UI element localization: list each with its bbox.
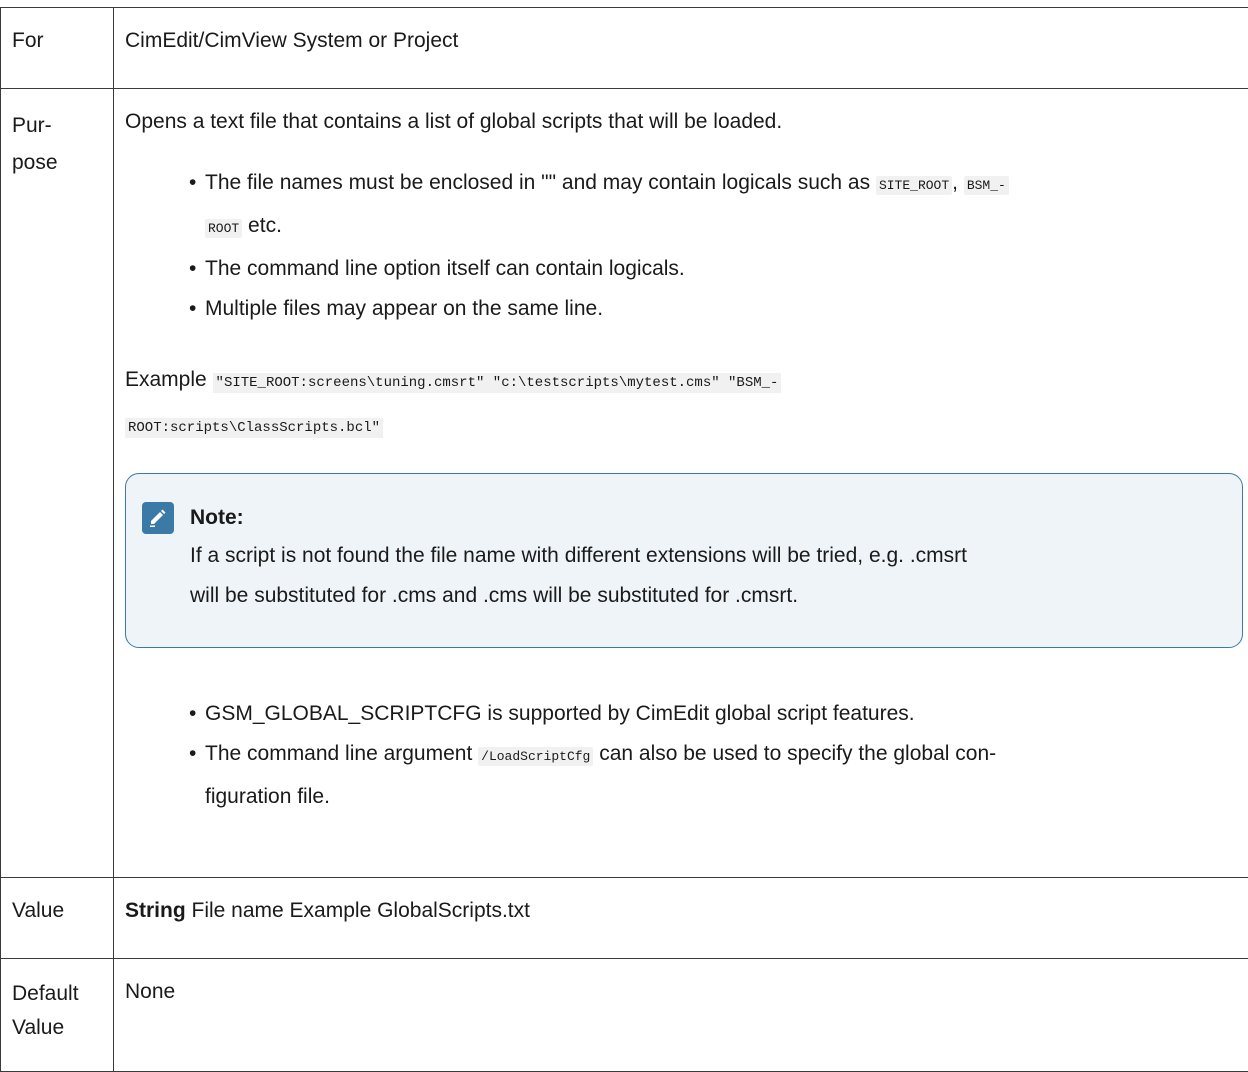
list-item: Multiple files may appear on the same li… bbox=[189, 289, 1240, 329]
row-key-default: Default Value bbox=[1, 959, 114, 1072]
key-purpose-line2: pose bbox=[12, 144, 113, 181]
inline-code: BSM_- bbox=[964, 176, 1009, 195]
pencil-icon bbox=[142, 502, 174, 534]
value-description: File name Example GlobalScripts.txt bbox=[186, 899, 530, 922]
row-value-default: None bbox=[114, 959, 1248, 1072]
value-type-label: String bbox=[125, 899, 186, 922]
row-key-value: Value bbox=[1, 878, 114, 959]
note-body: If a script is not found the file name w… bbox=[190, 536, 1222, 616]
property-table: For CimEdit/CimView System or Project Pu… bbox=[0, 7, 1248, 1072]
example-code-line1: "SITE_ROOT:screens\tuning.cmsrt" "c:\tes… bbox=[213, 373, 782, 393]
bullet-text: The command line option itself can conta… bbox=[205, 257, 685, 280]
row-value-value: String File name Example GlobalScripts.t… bbox=[114, 878, 1248, 959]
note-title: Note: bbox=[190, 503, 244, 533]
example-block: Example "SITE_ROOT:screens\tuning.cmsrt"… bbox=[125, 359, 1248, 449]
list-item: The command line argument /LoadScriptCfg… bbox=[189, 734, 1240, 817]
list-item: The command line option itself can conta… bbox=[189, 249, 1240, 289]
table-row-default: Default Value None bbox=[1, 959, 1248, 1072]
table-row-value: Value String File name Example GlobalScr… bbox=[1, 878, 1248, 959]
key-purpose-line1: Pur- bbox=[12, 107, 113, 144]
list-item: The file names must be enclosed in "" an… bbox=[189, 163, 1240, 249]
example-label: Example bbox=[125, 368, 207, 391]
inline-code: SITE_ROOT bbox=[876, 176, 952, 195]
bullet-text: , bbox=[952, 171, 964, 194]
row-value-purpose: Opens a text file that contains a list o… bbox=[114, 89, 1248, 878]
list-item: GSM_GLOBAL_SCRIPTCFG is supported by Cim… bbox=[189, 694, 1240, 734]
inline-code: ROOT bbox=[205, 219, 242, 238]
key-default-line2: Value bbox=[12, 1011, 113, 1045]
row-value-for: CimEdit/CimView System or Project bbox=[114, 8, 1248, 89]
bullet-text: Multiple files may appear on the same li… bbox=[205, 297, 603, 320]
purpose-bullet-list: The file names must be enclosed in "" an… bbox=[125, 163, 1248, 329]
key-default-line1: Default bbox=[12, 977, 113, 1011]
bullet-text: can also be used to specify the global c… bbox=[593, 742, 996, 765]
row-key-for: For bbox=[1, 8, 114, 89]
bullet-text: GSM_GLOBAL_SCRIPTCFG is supported by Cim… bbox=[205, 702, 915, 725]
note-callout: Note: If a script is not found the file … bbox=[125, 473, 1243, 648]
example-code-line2: ROOT:scripts\ClassScripts.bcl" bbox=[125, 418, 383, 438]
inline-code: /LoadScriptCfg bbox=[478, 747, 593, 766]
table-row-purpose: Pur- pose Opens a text file that contain… bbox=[1, 89, 1248, 878]
key-value-label: Value bbox=[12, 899, 64, 922]
purpose-bullet-list-2: GSM_GLOBAL_SCRIPTCFG is supported by Cim… bbox=[125, 694, 1248, 817]
bullet-text: figuration file. bbox=[205, 785, 330, 808]
purpose-intro: Opens a text file that contains a list o… bbox=[125, 107, 1248, 137]
table-row-for: For CimEdit/CimView System or Project bbox=[1, 8, 1248, 89]
bullet-text: etc. bbox=[242, 214, 282, 237]
note-header: Note: bbox=[142, 502, 1222, 534]
key-for-label: For bbox=[12, 29, 44, 52]
default-value-text: None bbox=[125, 980, 175, 1003]
note-line1: If a script is not found the file name w… bbox=[190, 536, 1222, 576]
bullet-text: The command line argument bbox=[205, 742, 478, 765]
row-key-purpose: Pur- pose bbox=[1, 89, 114, 878]
note-line2: will be substituted for .cms and .cms wi… bbox=[190, 576, 1222, 616]
bullet-text: The file names must be enclosed in "" an… bbox=[205, 171, 876, 194]
for-value-text: CimEdit/CimView System or Project bbox=[125, 29, 458, 52]
